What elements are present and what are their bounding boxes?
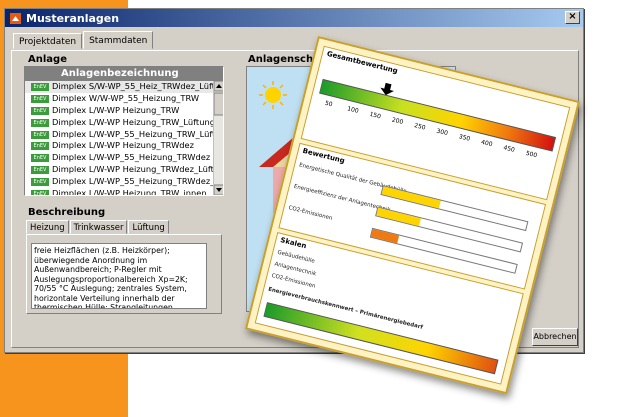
list-item[interactable]: EnEV Dimplex L/W-WP_55_Heizung_TRWdez_Lü	[25, 176, 223, 188]
scale-tick-label: 100	[346, 105, 359, 115]
scale-tick-label: 250	[413, 122, 426, 132]
scale-tick-label: 500	[525, 150, 538, 160]
beschreibung-group-label: Beschreibung	[26, 207, 108, 218]
list-item[interactable]: EnEV Dimplex L/W-WP_55_Heizung_TRW_Lüftun	[25, 129, 223, 141]
list-item-label: Dimplex L/W-WP Heizung_TRW_Lüftung	[52, 116, 215, 127]
list-item[interactable]: EnEV Dimplex W/W-WP_55_Heizung_TRW	[25, 93, 223, 105]
tab-stammdaten[interactable]: Stammdaten	[83, 31, 154, 49]
list-column-header: Anlagenbezeichnung	[25, 67, 223, 81]
close-icon: ×	[568, 11, 577, 22]
scale-tick-label: 200	[391, 116, 404, 126]
list-rows: EnEV Dimplex S/W-WP_55_Heiz_TRWdez_Lüft_i…	[25, 81, 223, 196]
list-item[interactable]: EnEV Dimplex L/W-WP Heizung_TRW_innen	[25, 188, 223, 196]
enev-badge-icon: EnEV	[31, 154, 49, 163]
enev-badge-icon: EnEV	[31, 142, 49, 151]
anlagen-list: Anlagenbezeichnung EnEV Dimplex S/W-WP_55…	[24, 66, 224, 196]
list-item[interactable]: EnEV Dimplex L/W-WP Heizung_TRWdez	[25, 140, 223, 152]
close-button[interactable]: ×	[565, 11, 580, 24]
list-item-label: Dimplex S/W-WP_55_Heiz_TRWdez_Lüft_in	[52, 81, 223, 91]
list-item-label: Dimplex L/W-WP Heizung_TRWdez	[52, 140, 195, 151]
app-icon	[10, 12, 21, 24]
tab-projektdaten[interactable]: Projektdaten	[13, 33, 83, 49]
kennzahl-scale-bar	[263, 301, 499, 375]
window-title: Musteranlagen	[26, 11, 120, 25]
skalen-heading: Skalen	[279, 236, 308, 251]
list-item[interactable]: EnEV Dimplex S/W-WP_55_Heiz_TRWdez_Lüft_i…	[25, 81, 223, 93]
enev-badge-icon: EnEV	[31, 94, 49, 103]
scale-tick-label: 150	[369, 111, 382, 121]
list-item-label: Dimplex L/W-WP Heizung_TRWdez_Lüftung	[52, 164, 223, 175]
description-tabs: Heizung Trinkwasser Lüftung	[26, 220, 170, 234]
enev-badge-icon: EnEV	[31, 106, 49, 115]
bewertung-row-3: CO2-Emissionen	[287, 205, 333, 222]
tab-trinkwasser[interactable]: Trinkwasser	[69, 220, 128, 234]
description-text[interactable]: freie Heizflächen (z.B. Heizkörper); übe…	[31, 243, 207, 309]
scale-tick-label: 450	[503, 144, 516, 154]
list-item[interactable]: EnEV Dimplex L/W-WP Heizung_TRW	[25, 105, 223, 117]
scale-tick-label: 400	[480, 139, 493, 149]
list-item[interactable]: EnEV Dimplex L/W-WP Heizung_TRWdez_Lüftun…	[25, 164, 223, 176]
anlage-group-label: Anlage	[26, 54, 69, 65]
bewertung-heading: Bewertung	[301, 146, 346, 166]
enev-badge-icon: EnEV	[31, 82, 49, 91]
tab-heizung[interactable]: Heizung	[26, 220, 69, 234]
cancel-button[interactable]: Abbrechen	[532, 328, 578, 346]
list-scrollbar[interactable]	[213, 80, 223, 195]
window-titlebar: Musteranlagen ×	[5, 9, 583, 27]
scale-tick-label: 50	[324, 100, 333, 109]
enev-badge-icon: EnEV	[31, 178, 49, 187]
scale-tick-label: 300	[436, 128, 449, 138]
list-item[interactable]: EnEV Dimplex L/W-WP_55_Heizung_TRWdez	[25, 152, 223, 164]
description-box: freie Heizflächen (z.B. Heizkörper); übe…	[26, 234, 222, 314]
main-tabs: Projektdaten Stammdaten	[13, 31, 154, 51]
list-item-label: Dimplex W/W-WP_55_Heizung_TRW	[52, 92, 200, 103]
sun-icon	[259, 81, 287, 109]
enev-badge-icon: EnEV	[31, 130, 49, 139]
list-item-label: Dimplex L/W-WP_55_Heizung_TRW_Lüftun	[52, 128, 223, 139]
list-item-label: Dimplex L/W-WP Heizung_TRW	[52, 104, 180, 115]
scrollbar-arrows-icon	[213, 80, 223, 195]
enev-badge-icon: EnEV	[31, 189, 49, 195]
enev-badge-icon: EnEV	[31, 166, 49, 175]
list-item-label: Dimplex L/W-WP_55_Heizung_TRWdez	[52, 152, 211, 163]
screenshot-stage: Musteranlagen × Projektdaten Stammdaten …	[0, 0, 620, 417]
list-item-label: Dimplex L/W-WP_55_Heizung_TRWdez_Lü	[52, 176, 223, 187]
list-item-label: Dimplex L/W-WP Heizung_TRW_innen	[52, 188, 207, 196]
tab-lueftung[interactable]: Lüftung	[128, 220, 169, 234]
scale-tick-label: 350	[458, 133, 471, 143]
enev-badge-icon: EnEV	[31, 118, 49, 127]
list-item[interactable]: EnEV Dimplex L/W-WP Heizung_TRW_Lüftung	[25, 117, 223, 129]
